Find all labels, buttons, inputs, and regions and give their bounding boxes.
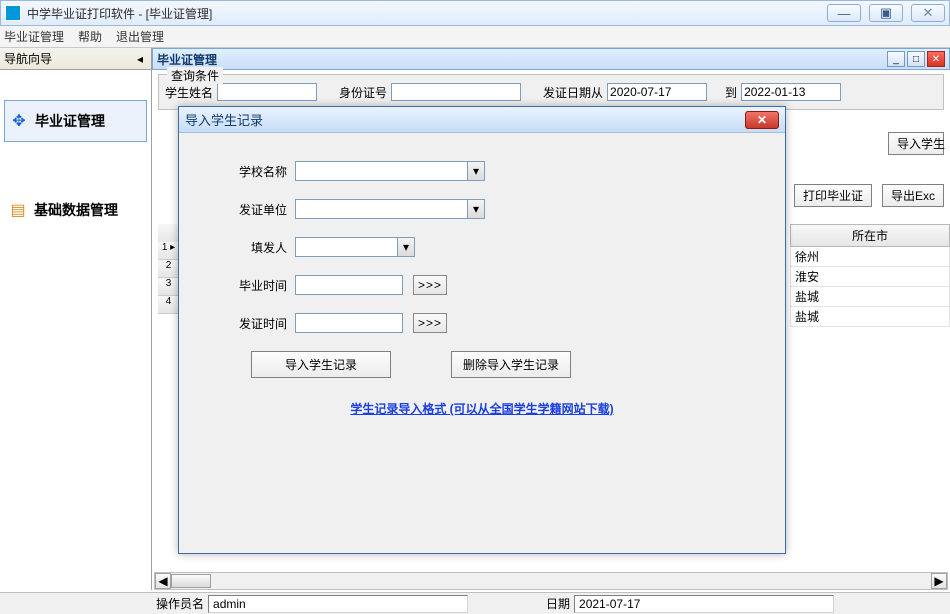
app-title: 中学毕业证打印软件 - [毕业证管理] bbox=[27, 5, 827, 22]
mdi-titlebar: 毕业证管理 _ □ ✕ bbox=[152, 48, 950, 70]
menubar: 毕业证管理 帮助 退出管理 bbox=[0, 26, 950, 48]
app-titlebar: 中学毕业证打印软件 - [毕业证管理] — ▣ ✕ bbox=[0, 0, 950, 26]
query-group: 查询条件 学生姓名 身份证号 发证日期从 到 bbox=[158, 74, 944, 110]
issuer-combo[interactable]: ▾ bbox=[295, 199, 485, 219]
nav-header: 导航向导 ◂ bbox=[0, 48, 151, 70]
filler-label: 填发人 bbox=[217, 239, 287, 256]
import-students-button[interactable]: 导入学生 bbox=[888, 132, 944, 155]
issue-time-input[interactable] bbox=[295, 313, 403, 333]
row-header[interactable]: 1 ▸ bbox=[158, 242, 180, 260]
scroll-left-button[interactable]: ◀ bbox=[155, 573, 171, 589]
window-minimize-button[interactable]: — bbox=[827, 4, 861, 22]
nav-item-label: 基础数据管理 bbox=[34, 200, 118, 220]
arrows-icon: ✥ bbox=[9, 111, 29, 131]
filler-combo[interactable]: ▾ bbox=[295, 237, 415, 257]
nav-item-cert-mgmt[interactable]: ✥ 毕业证管理 bbox=[4, 100, 147, 142]
row-header[interactable]: 4 bbox=[158, 296, 180, 314]
query-legend: 查询条件 bbox=[167, 67, 223, 84]
statusbar: 操作员名 admin 日期 2021-07-17 bbox=[0, 592, 950, 614]
data-icon: ▤ bbox=[8, 200, 28, 220]
mdi-max-button[interactable]: □ bbox=[907, 51, 925, 67]
student-name-label: 学生姓名 bbox=[165, 84, 213, 101]
menu-cert-mgmt[interactable]: 毕业证管理 bbox=[4, 28, 64, 45]
import-format-link[interactable]: 学生记录导入格式 (可以从全国学生学籍网站下载) bbox=[217, 400, 747, 417]
grad-time-label: 毕业时间 bbox=[217, 277, 287, 294]
issue-time-label: 发证时间 bbox=[217, 315, 287, 332]
window-close-button[interactable]: ✕ bbox=[911, 4, 945, 22]
city-cell[interactable]: 盐城 bbox=[790, 287, 950, 307]
date-to-label: 到 bbox=[725, 84, 737, 101]
nav-pin-icon[interactable]: ◂ bbox=[133, 52, 147, 66]
nav-item-basedata[interactable]: ▤ 基础数据管理 bbox=[4, 190, 147, 230]
date-label: 日期 bbox=[546, 595, 570, 612]
mdi-close-button[interactable]: ✕ bbox=[927, 51, 945, 67]
student-name-input[interactable] bbox=[217, 83, 317, 101]
issuer-input[interactable] bbox=[295, 199, 467, 219]
date-to-input[interactable] bbox=[741, 83, 841, 101]
horizontal-scrollbar[interactable]: ◀ ▶ bbox=[154, 572, 948, 590]
dialog-delete-import-button[interactable]: 删除导入学生记录 bbox=[451, 351, 571, 378]
nav-header-label: 导航向导 bbox=[4, 50, 133, 67]
filler-input[interactable] bbox=[295, 237, 397, 257]
issue-time-picker-button[interactable]: >>> bbox=[413, 313, 447, 333]
menu-help[interactable]: 帮助 bbox=[78, 28, 102, 45]
city-column: 所在市 徐州 淮安 盐城 盐城 bbox=[790, 224, 950, 327]
grad-time-input[interactable] bbox=[295, 275, 403, 295]
nav-panel: 导航向导 ◂ ✥ 毕业证管理 ▤ 基础数据管理 bbox=[0, 48, 152, 590]
dialog-titlebar[interactable]: 导入学生记录 ✕ bbox=[179, 107, 785, 133]
school-combo[interactable]: ▾ bbox=[295, 161, 485, 181]
row-header[interactable]: 2 bbox=[158, 260, 180, 278]
mdi-min-button[interactable]: _ bbox=[887, 51, 905, 67]
date-from-label: 发证日期从 bbox=[543, 84, 603, 101]
chevron-down-icon[interactable]: ▾ bbox=[467, 199, 485, 219]
dialog-title: 导入学生记录 bbox=[185, 110, 745, 129]
operator-label: 操作员名 bbox=[156, 595, 204, 612]
operator-value: admin bbox=[208, 595, 468, 613]
school-label: 学校名称 bbox=[217, 163, 287, 180]
row-header[interactable]: 3 bbox=[158, 278, 180, 296]
city-cell[interactable]: 徐州 bbox=[790, 247, 950, 267]
date-value: 2021-07-17 bbox=[574, 595, 834, 613]
menu-exit[interactable]: 退出管理 bbox=[116, 28, 164, 45]
city-cell[interactable]: 淮安 bbox=[790, 267, 950, 287]
date-from-input[interactable] bbox=[607, 83, 707, 101]
grad-time-picker-button[interactable]: >>> bbox=[413, 275, 447, 295]
window-maximize-button[interactable]: ▣ bbox=[869, 4, 903, 22]
mdi-title-text: 毕业证管理 bbox=[157, 51, 885, 68]
dialog-close-button[interactable]: ✕ bbox=[745, 111, 779, 129]
chevron-down-icon[interactable]: ▾ bbox=[397, 237, 415, 257]
scroll-thumb[interactable] bbox=[171, 574, 211, 588]
print-cert-button[interactable]: 打印毕业证 bbox=[794, 184, 872, 207]
idcard-label: 身份证号 bbox=[339, 84, 387, 101]
nav-item-label: 毕业证管理 bbox=[35, 111, 105, 131]
city-column-header[interactable]: 所在市 bbox=[790, 224, 950, 247]
idcard-input[interactable] bbox=[391, 83, 521, 101]
chevron-down-icon[interactable]: ▾ bbox=[467, 161, 485, 181]
dialog-import-button[interactable]: 导入学生记录 bbox=[251, 351, 391, 378]
export-excel-button[interactable]: 导出Exc bbox=[882, 184, 944, 207]
city-cell[interactable]: 盐城 bbox=[790, 307, 950, 327]
issuer-label: 发证单位 bbox=[217, 201, 287, 218]
import-dialog: 导入学生记录 ✕ 学校名称 ▾ 发证单位 ▾ 填发人 ▾ 毕业时间 bbox=[178, 106, 786, 554]
app-icon bbox=[5, 5, 21, 21]
scroll-right-button[interactable]: ▶ bbox=[931, 573, 947, 589]
school-input[interactable] bbox=[295, 161, 467, 181]
